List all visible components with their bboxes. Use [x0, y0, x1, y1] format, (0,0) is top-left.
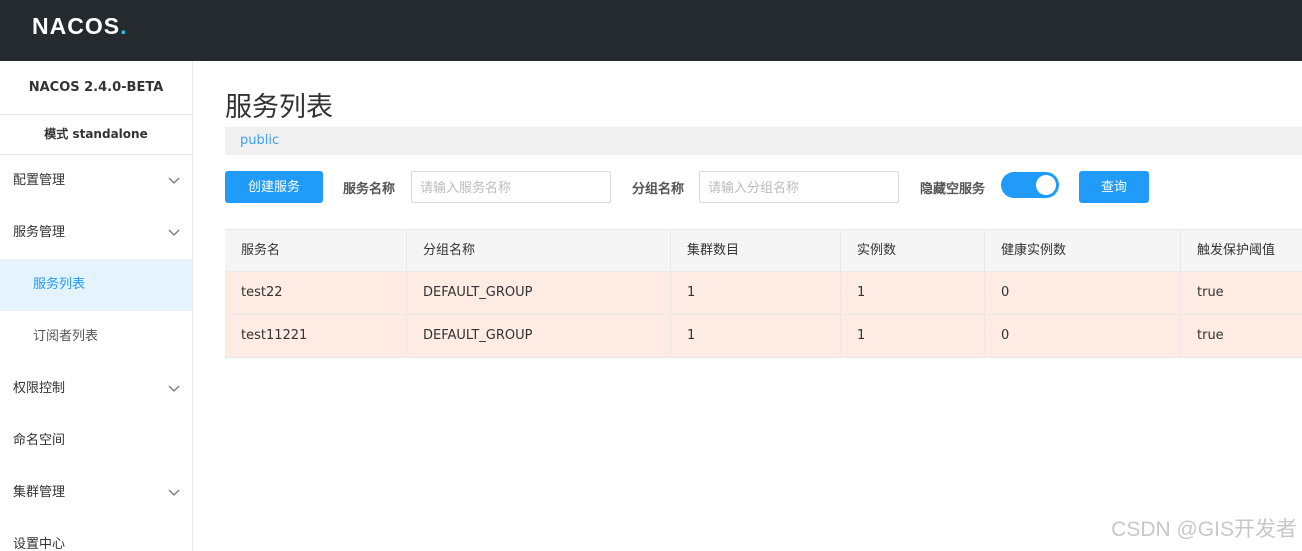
- main-content: 服务列表 public 创建服务 服务名称 分组名称 隐藏空服务 查询 服务名 …: [194, 61, 1302, 551]
- sidebar-item-settings-center[interactable]: 设置中心: [0, 519, 192, 551]
- watermark: CSDN @GIS开发者: [1111, 518, 1297, 541]
- chevron-down-icon: [168, 385, 180, 392]
- sidebar-item-label: 服务管理: [13, 225, 66, 240]
- page-title: 服务列表: [225, 92, 333, 123]
- sidebar: NACOS 2.4.0-BETA 模式 standalone 配置管理 服务管理…: [0, 61, 193, 551]
- sidebar-item-service-list[interactable]: 服务列表: [0, 259, 192, 311]
- sidebar-item-label: 集群管理: [13, 485, 66, 500]
- version-label: NACOS 2.4.0-BETA: [0, 61, 192, 115]
- column-header-service-name: 服务名: [225, 230, 407, 271]
- table-row[interactable]: test22 DEFAULT_GROUP 1 1 0 true: [225, 272, 1302, 315]
- column-header-protect-threshold: 触发保护阈值: [1197, 243, 1276, 258]
- namespace-link-public[interactable]: public: [240, 133, 279, 148]
- sidebar-item-label: 权限控制: [13, 381, 66, 396]
- toggle-knob: [1036, 175, 1056, 195]
- table-cell: true: [1197, 328, 1224, 343]
- sidebar-item-subscriber-list[interactable]: 订阅者列表: [0, 311, 192, 363]
- sidebar-item-config-management[interactable]: 配置管理: [0, 155, 192, 207]
- sidebar-item-access-control[interactable]: 权限控制: [0, 363, 192, 415]
- table-cell: test11221: [225, 315, 407, 357]
- group-name-input[interactable]: [699, 171, 899, 203]
- column-header-healthy-instance-count: 健康实例数: [985, 230, 1181, 271]
- table-cell: test22: [225, 272, 407, 314]
- table-row[interactable]: test11221 DEFAULT_GROUP 1 1 0 true: [225, 315, 1302, 358]
- sidebar-item-label: 命名空间: [13, 433, 66, 448]
- hide-empty-services-label: 隐藏空服务: [920, 182, 986, 197]
- nacos-logo[interactable]: NACOS.: [32, 12, 128, 39]
- group-name-label: 分组名称: [632, 182, 685, 197]
- sidebar-item-label: 设置中心: [13, 537, 66, 551]
- table-cell: 1: [841, 272, 985, 314]
- query-button[interactable]: 查询: [1079, 171, 1149, 203]
- hide-empty-services-toggle[interactable]: [1001, 172, 1059, 198]
- table-cell: DEFAULT_GROUP: [407, 315, 671, 357]
- column-header-instance-count: 实例数: [841, 230, 985, 271]
- table-cell: true: [1197, 285, 1224, 300]
- table-cell: 1: [841, 315, 985, 357]
- chevron-down-icon: [168, 489, 180, 496]
- service-name-label: 服务名称: [343, 182, 396, 197]
- chevron-down-icon: [168, 229, 180, 236]
- logo-dot: .: [120, 12, 128, 39]
- logo-text: NACOS: [32, 12, 121, 39]
- service-name-input[interactable]: [411, 171, 611, 203]
- table-cell: 0: [985, 315, 1181, 357]
- table-header-row: 服务名 分组名称 集群数目 实例数 健康实例数 触发保护阈值: [225, 229, 1302, 272]
- column-header-group-name: 分组名称: [407, 230, 671, 271]
- sidebar-item-label: 服务列表: [33, 277, 86, 292]
- mode-label: 模式 standalone: [0, 115, 192, 155]
- service-table: 服务名 分组名称 集群数目 实例数 健康实例数 触发保护阈值 test22 DE…: [225, 229, 1302, 358]
- table-cell: 1: [671, 272, 841, 314]
- sidebar-item-cluster-management[interactable]: 集群管理: [0, 467, 192, 519]
- sidebar-item-label: 配置管理: [13, 173, 66, 188]
- sidebar-item-service-management[interactable]: 服务管理: [0, 207, 192, 259]
- sidebar-item-label: 订阅者列表: [33, 329, 99, 344]
- sidebar-item-namespace[interactable]: 命名空间: [0, 415, 192, 467]
- table-cell: DEFAULT_GROUP: [407, 272, 671, 314]
- namespace-bar: public: [225, 127, 1302, 155]
- create-service-button[interactable]: 创建服务: [225, 171, 323, 203]
- chevron-down-icon: [168, 177, 180, 184]
- top-bar: NACOS.: [0, 0, 1302, 61]
- table-cell: 1: [671, 315, 841, 357]
- column-header-cluster-count: 集群数目: [671, 230, 841, 271]
- table-cell: 0: [985, 272, 1181, 314]
